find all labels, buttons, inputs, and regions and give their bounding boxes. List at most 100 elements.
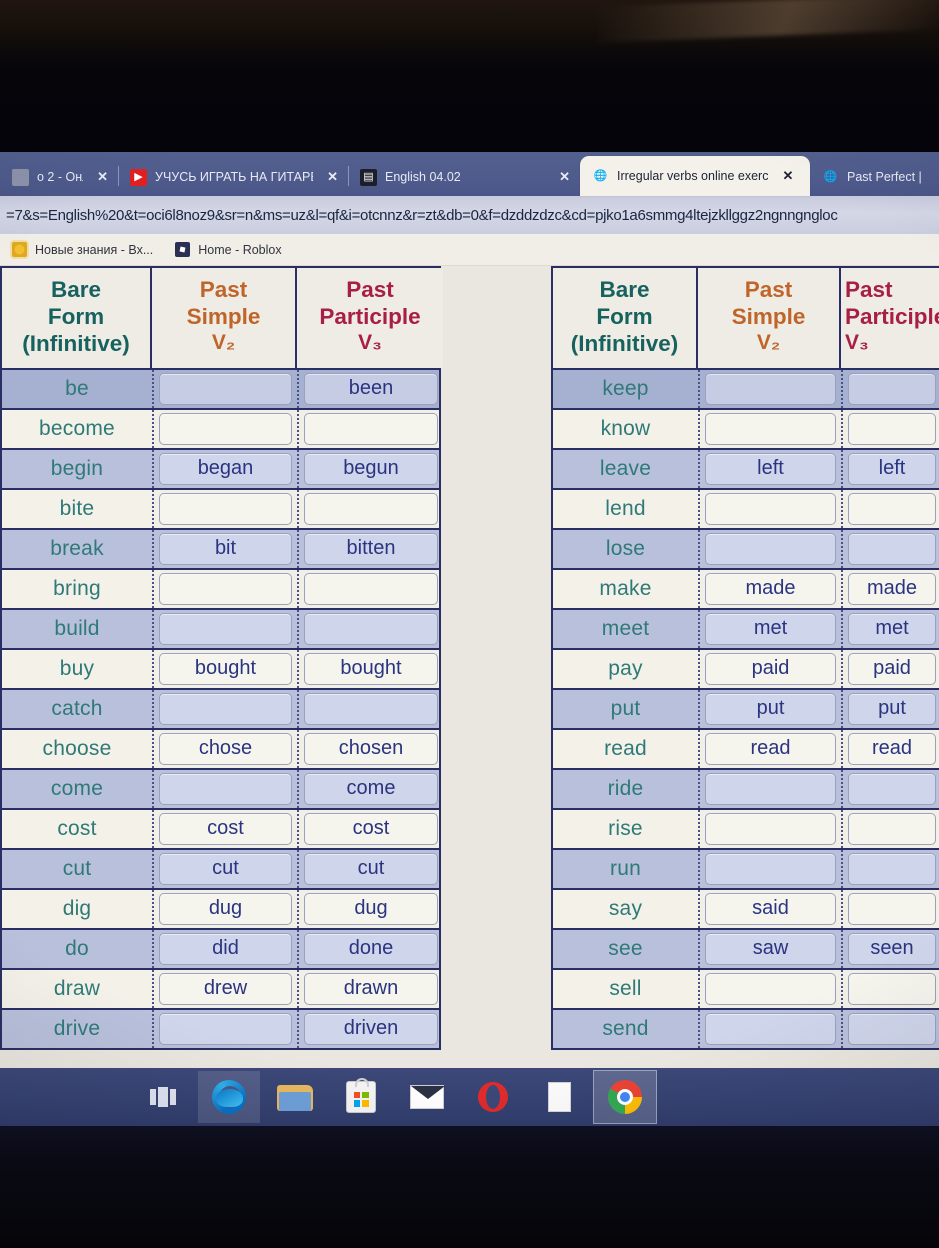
past-participle-input[interactable] [848, 532, 936, 565]
past-participle-cell[interactable] [841, 969, 939, 1008]
past-simple-cell[interactable] [152, 409, 297, 448]
past-participle-cell[interactable]: done [297, 929, 443, 968]
past-simple-input[interactable]: began [159, 452, 292, 485]
past-simple-cell[interactable]: paid [698, 649, 841, 688]
close-icon[interactable]: ✕ [327, 169, 338, 185]
past-simple-cell[interactable] [698, 409, 841, 448]
past-simple-input[interactable]: bit [159, 532, 292, 565]
past-participle-cell[interactable]: paid [841, 649, 939, 688]
past-participle-cell[interactable]: dug [297, 889, 443, 928]
past-simple-input[interactable] [159, 572, 292, 605]
past-simple-cell[interactable] [698, 809, 841, 848]
address-bar[interactable]: =7&s=English%20&t=oci6l8noz9&sr=n&ms=uz&… [0, 196, 939, 234]
past-simple-input[interactable]: cut [159, 852, 292, 885]
past-participle-cell[interactable]: chosen [297, 729, 443, 768]
past-participle-cell[interactable] [841, 409, 939, 448]
past-participle-cell[interactable]: left [841, 449, 939, 488]
past-simple-cell[interactable] [152, 369, 297, 408]
past-participle-input[interactable] [304, 572, 438, 605]
past-simple-input[interactable] [159, 412, 292, 445]
past-simple-cell[interactable]: did [152, 929, 297, 968]
past-participle-input[interactable] [848, 1012, 936, 1045]
past-participle-cell[interactable]: cost [297, 809, 443, 848]
past-participle-cell[interactable]: met [841, 609, 939, 648]
past-simple-cell[interactable] [152, 489, 297, 528]
bookmark-item-0[interactable]: Новые знания - Вх... [12, 242, 153, 257]
file-explorer-icon[interactable] [264, 1071, 326, 1123]
browser-tab-3-active[interactable]: 🌐 Irregular verbs online exerc ✕ [580, 156, 810, 196]
past-participle-input[interactable]: come [304, 772, 438, 805]
bookmark-item-1[interactable]: Home - Roblox [175, 242, 282, 257]
close-icon[interactable]: ✕ [559, 169, 570, 185]
past-simple-cell[interactable]: met [698, 609, 841, 648]
past-simple-input[interactable]: said [705, 892, 836, 925]
browser-tab-1[interactable]: ▶ УЧУСЬ ИГРАТЬ НА ГИТАРЕ ✕ [118, 158, 349, 196]
past-simple-cell[interactable]: bought [152, 649, 297, 688]
past-simple-cell[interactable]: cost [152, 809, 297, 848]
past-participle-input[interactable]: chosen [304, 732, 438, 765]
past-simple-input[interactable] [705, 772, 836, 805]
past-participle-input[interactable] [304, 412, 438, 445]
close-icon[interactable]: ✕ [97, 169, 108, 185]
past-simple-input[interactable]: met [705, 612, 836, 645]
past-participle-cell[interactable] [297, 609, 443, 648]
past-simple-cell[interactable]: bit [152, 529, 297, 568]
past-participle-cell[interactable] [841, 1009, 939, 1048]
past-participle-input[interactable] [848, 492, 936, 525]
past-simple-input[interactable]: saw [705, 932, 836, 965]
past-simple-input[interactable]: cost [159, 812, 292, 845]
past-participle-cell[interactable]: driven [297, 1009, 443, 1048]
past-simple-cell[interactable] [698, 369, 841, 408]
past-participle-cell[interactable] [297, 409, 443, 448]
past-simple-input[interactable] [159, 692, 292, 725]
past-participle-cell[interactable] [841, 529, 939, 568]
past-participle-input[interactable]: done [304, 932, 438, 965]
past-participle-input[interactable]: seen [848, 932, 936, 965]
past-participle-input[interactable]: bitten [304, 532, 438, 565]
past-participle-input[interactable] [848, 772, 936, 805]
past-simple-input[interactable]: made [705, 572, 836, 605]
past-participle-cell[interactable] [841, 849, 939, 888]
past-participle-cell[interactable]: made [841, 569, 939, 608]
past-participle-cell[interactable]: cut [297, 849, 443, 888]
past-participle-cell[interactable] [297, 689, 443, 728]
past-participle-input[interactable]: begun [304, 452, 438, 485]
browser-tab-2[interactable]: ▤ English 04.02 ✕ [348, 158, 580, 196]
past-simple-cell[interactable]: left [698, 449, 841, 488]
past-simple-cell[interactable] [152, 1009, 297, 1048]
past-simple-cell[interactable]: chose [152, 729, 297, 768]
past-simple-cell[interactable]: dug [152, 889, 297, 928]
past-participle-input[interactable] [848, 812, 936, 845]
past-simple-input[interactable] [705, 412, 836, 445]
past-participle-input[interactable]: paid [848, 652, 936, 685]
past-simple-input[interactable] [159, 492, 292, 525]
past-simple-cell[interactable] [698, 529, 841, 568]
opera-icon[interactable] [462, 1071, 524, 1123]
past-simple-input[interactable] [705, 812, 836, 845]
past-simple-cell[interactable] [698, 1009, 841, 1048]
past-participle-cell[interactable]: bitten [297, 529, 443, 568]
past-simple-input[interactable]: chose [159, 732, 292, 765]
past-simple-input[interactable] [705, 972, 836, 1005]
past-participle-input[interactable] [848, 412, 936, 445]
past-simple-input[interactable] [159, 372, 292, 405]
past-participle-input[interactable]: put [848, 692, 936, 725]
past-participle-cell[interactable]: seen [841, 929, 939, 968]
past-participle-input[interactable]: dug [304, 892, 438, 925]
past-simple-input[interactable]: dug [159, 892, 292, 925]
past-participle-cell[interactable] [297, 489, 443, 528]
past-simple-cell[interactable]: saw [698, 929, 841, 968]
past-participle-input[interactable] [848, 372, 936, 405]
past-simple-input[interactable]: left [705, 452, 836, 485]
past-participle-input[interactable]: cut [304, 852, 438, 885]
past-simple-cell[interactable]: cut [152, 849, 297, 888]
past-simple-input[interactable] [705, 532, 836, 565]
microsoft-store-icon[interactable] [330, 1071, 392, 1123]
past-simple-cell[interactable] [152, 609, 297, 648]
close-icon[interactable]: ✕ [782, 168, 793, 184]
past-simple-cell[interactable]: made [698, 569, 841, 608]
past-simple-input[interactable]: read [705, 732, 836, 765]
past-participle-input[interactable]: met [848, 612, 936, 645]
past-simple-cell[interactable] [698, 769, 841, 808]
past-participle-input[interactable]: bought [304, 652, 438, 685]
